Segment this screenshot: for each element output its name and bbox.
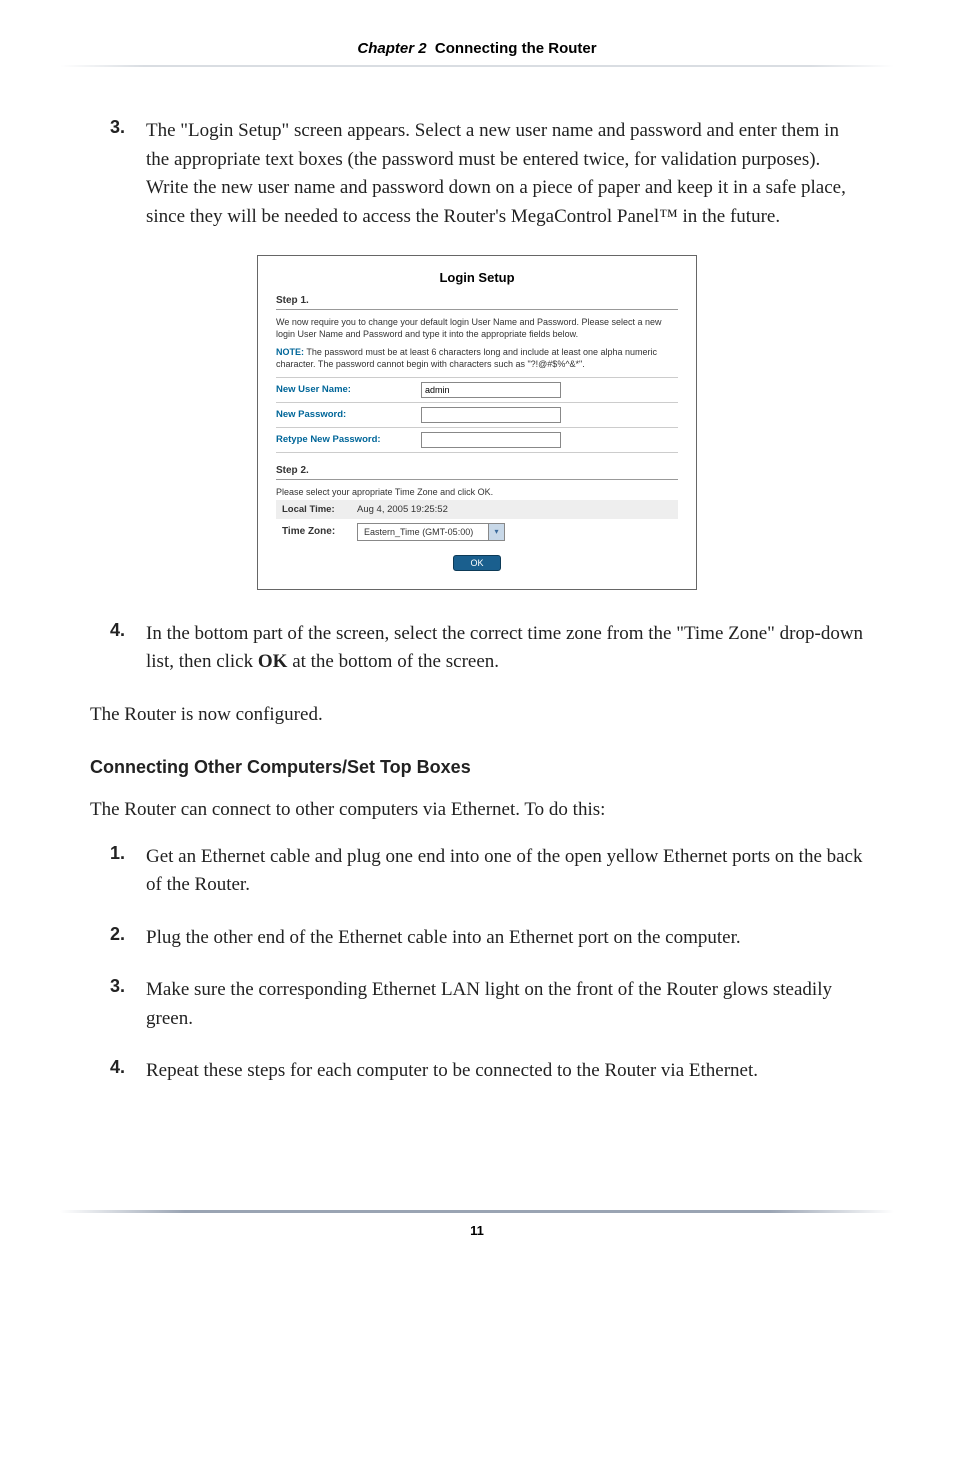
chevron-down-icon: ▾ — [488, 524, 504, 540]
ok-button-wrap: OK — [276, 555, 678, 571]
step4-before: In the bottom part of the screen, select… — [146, 623, 863, 673]
local-time-value: Aug 4, 2005 19:25:52 — [357, 504, 448, 515]
new-user-name-label: New User Name: — [276, 384, 421, 395]
step-text: Get an Ethernet cable and plug one end i… — [146, 843, 864, 900]
step-text: Plug the other end of the Ethernet cable… — [146, 924, 741, 953]
chapter-name: Connecting the Router — [435, 40, 597, 57]
step-text: The "Login Setup" screen appears. Select… — [146, 117, 864, 231]
page-footer: 11 — [0, 1210, 954, 1288]
chapter-prefix: Chapter 2 — [357, 40, 426, 57]
new-password-input[interactable] — [421, 407, 561, 423]
step-number: 3. — [90, 117, 146, 231]
substep-4: 4. Repeat these steps for each computer … — [90, 1057, 864, 1086]
ss-note: NOTE: The password must be at least 6 ch… — [276, 346, 678, 370]
sub3-before: Make sure the corresponding Ethernet — [146, 979, 441, 1000]
ss-step2-text: Please select your apropriate Time Zone … — [276, 486, 678, 498]
new-password-label: New Password: — [276, 409, 421, 420]
step-number: 1. — [90, 843, 146, 900]
page-header: Chapter 2 Connecting the Router — [0, 0, 954, 77]
ss-note-text: The password must be at least 6 characte… — [276, 347, 657, 369]
login-setup-screenshot: Login Setup Step 1. We now require you t… — [257, 255, 697, 590]
local-time-row: Local Time: Aug 4, 2005 19:25:52 — [276, 500, 678, 519]
substep-1: 1. Get an Ethernet cable and plug one en… — [90, 843, 864, 900]
ok-button[interactable]: OK — [453, 555, 500, 571]
router-configured: The Router is now configured. — [90, 701, 864, 730]
substep-3: 3. Make sure the corresponding Ethernet … — [90, 976, 864, 1033]
step-text: In the bottom part of the screen, select… — [146, 620, 864, 677]
new-user-name-input[interactable] — [421, 382, 561, 398]
step-4: 4. In the bottom part of the screen, sel… — [90, 620, 864, 677]
sub3-lan: LAN — [441, 979, 480, 1000]
step-number: 3. — [90, 976, 146, 1033]
screenshot-title: Login Setup — [276, 270, 678, 285]
step-number: 4. — [90, 1057, 146, 1086]
substep-2: 2. Plug the other end of the Ethernet ca… — [90, 924, 864, 953]
ss-pass-row: New Password: — [276, 402, 678, 427]
step-number: 4. — [90, 620, 146, 677]
time-zone-select[interactable]: Eastern_Time (GMT-05:00) ▾ — [357, 523, 505, 541]
ss-step2-label: Step 2. — [276, 465, 678, 480]
section-heading: Connecting Other Computers/Set Top Boxes — [90, 757, 864, 778]
ss-note-prefix: NOTE: — [276, 347, 304, 357]
section-intro: The Router can connect to other computer… — [90, 796, 864, 825]
ss-intro-text: We now require you to change your defaul… — [276, 316, 678, 340]
retype-password-label: Retype New Password: — [276, 434, 421, 445]
time-zone-row: Time Zone: Eastern_Time (GMT-05:00) ▾ — [276, 519, 678, 541]
local-time-label: Local Time: — [282, 504, 357, 515]
step-3: 3. The "Login Setup" screen appears. Sel… — [90, 117, 864, 231]
ss-step1-label: Step 1. — [276, 295, 678, 310]
step4-after: at the bottom of the screen. — [287, 651, 499, 672]
step4-ok: OK — [258, 651, 288, 672]
page-number: 11 — [0, 1213, 954, 1288]
ss-user-row: New User Name: — [276, 377, 678, 402]
time-zone-label: Time Zone: — [282, 526, 357, 537]
chapter-title: Chapter 2 Connecting the Router — [0, 40, 954, 57]
step-text: Make sure the corresponding Ethernet LAN… — [146, 976, 864, 1033]
step-text: Repeat these steps for each computer to … — [146, 1057, 758, 1086]
retype-password-input[interactable] — [421, 432, 561, 448]
header-divider — [60, 65, 894, 67]
time-zone-selected: Eastern_Time (GMT-05:00) — [358, 527, 488, 537]
step-number: 2. — [90, 924, 146, 953]
ss-retype-row: Retype New Password: — [276, 427, 678, 453]
